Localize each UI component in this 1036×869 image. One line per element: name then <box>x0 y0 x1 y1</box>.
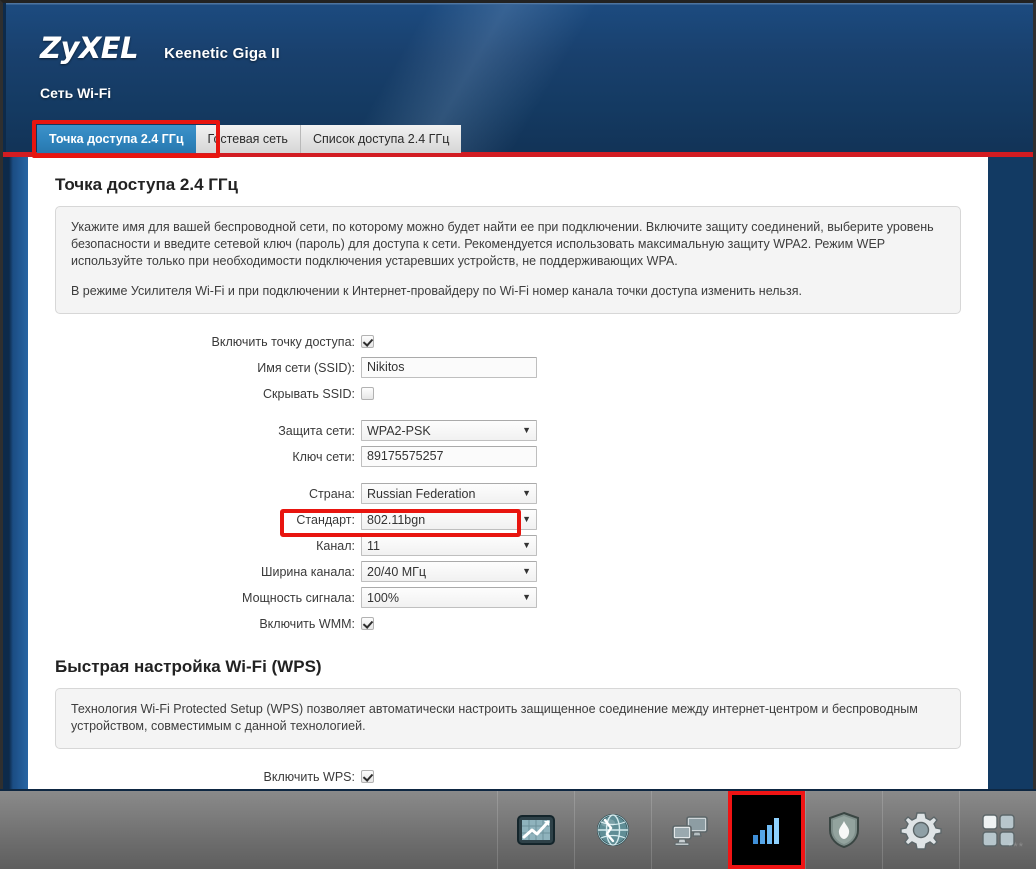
signal-power-select-value: 100% <box>367 590 399 605</box>
ap-info-box: Укажите имя для вашей беспроводной сети,… <box>55 206 961 314</box>
label-enable-ap: Включить точку доступа: <box>211 334 355 349</box>
label-enable-wps: Включить WPS: <box>263 769 356 784</box>
system-monitor-icon <box>517 815 555 845</box>
row-network-key: Ключ сети: <box>28 445 988 468</box>
breadcrumb: Сеть Wi-Fi <box>40 85 112 101</box>
channel-width-select[interactable]: 20/40 МГц ▼ <box>361 561 537 582</box>
control-signal-power: 100% ▼ <box>361 587 537 608</box>
zyxel-logo: ZyXEL <box>40 31 139 65</box>
tab-access-list-24[interactable]: Список доступа 2.4 ГГц <box>300 125 462 153</box>
home-network-icon <box>672 816 708 846</box>
label-security: Защита сети: <box>278 423 355 438</box>
security-select-value: WPA2-PSK <box>367 423 431 438</box>
watermark: *** <box>1008 841 1024 853</box>
chevron-down-icon: ▼ <box>522 540 531 550</box>
ap-info-paragraph-2: В режиме Усилителя Wi-Fi и при подключен… <box>71 284 803 298</box>
chevron-down-icon: ▼ <box>522 488 531 498</box>
tab-bar: Точка доступа 2.4 ГГц Гостевая сеть Спис… <box>37 125 462 153</box>
control-standard: 802.11bgn ▼ <box>361 509 537 530</box>
label-network-key: Ключ сети: <box>292 449 355 464</box>
security-select[interactable]: WPA2-PSK ▼ <box>361 420 537 441</box>
channel-select-value: 11 <box>367 538 380 553</box>
standard-select[interactable]: 802.11bgn ▼ <box>361 509 537 530</box>
country-select-value: Russian Federation <box>367 486 476 501</box>
row-channel: Канал: 11 ▼ <box>28 534 988 557</box>
control-channel: 11 ▼ <box>361 535 537 556</box>
router-web-ui-window: ZyXEL Keenetic Giga II Сеть Wi-Fi Точка … <box>0 0 1036 789</box>
network-key-input[interactable] <box>361 446 537 467</box>
chevron-down-icon: ▼ <box>522 566 531 576</box>
wps-settings-form: Включить WPS: Использовать пин-код: <box>28 765 988 789</box>
chevron-down-icon: ▼ <box>522 514 531 524</box>
ap-settings-form: Включить точку доступа: Имя сети (SSID):… <box>28 330 988 635</box>
nav-item-internet[interactable] <box>574 791 651 869</box>
label-country: Страна: <box>309 486 355 501</box>
row-hide-ssid: Скрывать SSID: <box>28 382 988 405</box>
nav-item-settings[interactable] <box>882 791 959 869</box>
wps-info-box: Технология Wi-Fi Protected Setup (WPS) п… <box>55 688 961 749</box>
firewall-shield-icon <box>829 811 859 849</box>
control-hide-ssid <box>361 387 374 400</box>
signal-power-select[interactable]: 100% ▼ <box>361 587 537 608</box>
control-security: WPA2-PSK ▼ <box>361 420 537 441</box>
label-standard: Стандарт: <box>296 512 355 527</box>
row-signal-power: Мощность сигнала: 100% ▼ <box>28 586 988 609</box>
ssid-input[interactable] <box>361 357 537 378</box>
bottom-navigation-bar <box>0 789 1036 869</box>
row-standard: Стандарт: 802.11bgn ▼ <box>28 508 988 531</box>
tab-guest-network[interactable]: Гостевая сеть <box>195 125 301 153</box>
checkbox-enable-ap[interactable] <box>361 335 374 348</box>
checkbox-enable-wps[interactable] <box>361 770 374 783</box>
channel-width-select-value: 20/40 МГц <box>367 564 427 579</box>
standard-select-value: 802.11bgn <box>367 512 426 527</box>
channel-select[interactable]: 11 ▼ <box>361 535 537 556</box>
label-enable-wmm: Включить WMM: <box>259 616 355 631</box>
row-channel-width: Ширина канала: 20/40 МГц ▼ <box>28 560 988 583</box>
wps-section-title: Быстрая настройка Wi-Fi (WPS) <box>55 657 322 676</box>
control-country: Russian Federation ▼ <box>361 483 537 504</box>
country-select[interactable]: Russian Federation ▼ <box>361 483 537 504</box>
row-ssid: Имя сети (SSID): <box>28 356 988 379</box>
label-ssid: Имя сети (SSID): <box>257 360 355 375</box>
control-enable-wps <box>361 770 374 783</box>
control-enable-wmm <box>361 617 374 630</box>
nav-item-wifi-network[interactable] <box>728 791 805 869</box>
chevron-down-icon: ▼ <box>522 425 531 435</box>
globe-internet-icon <box>597 814 629 846</box>
row-security: Защита сети: WPA2-PSK ▼ <box>28 419 988 442</box>
nav-item-home-network[interactable] <box>651 791 728 869</box>
wps-info-paragraph: Технология Wi-Fi Protected Setup (WPS) п… <box>71 702 918 733</box>
content-panel: Точка доступа 2.4 ГГц Укажите имя для ва… <box>28 157 988 789</box>
chevron-down-icon: ▼ <box>522 592 531 602</box>
nav-item-applications[interactable] <box>959 791 1036 869</box>
tab-access-point-24[interactable]: Точка доступа 2.4 ГГц <box>37 125 196 153</box>
checkbox-hide-ssid[interactable] <box>361 387 374 400</box>
row-enable-ap: Включить точку доступа: <box>28 330 988 353</box>
wifi-signal-icon <box>752 818 779 844</box>
row-enable-wps: Включить WPS: <box>28 765 988 788</box>
control-enable-ap <box>361 335 374 348</box>
brand-row: ZyXEL Keenetic Giga II <box>40 31 280 65</box>
ap-section-title: Точка доступа 2.4 ГГц <box>55 175 238 194</box>
control-channel-width: 20/40 МГц ▼ <box>361 561 537 582</box>
nav-item-system-monitor[interactable] <box>497 791 574 869</box>
gear-settings-icon <box>900 812 942 850</box>
label-signal-power: Мощность сигнала: <box>242 590 355 605</box>
ap-info-paragraph-1: Укажите имя для вашей беспроводной сети,… <box>71 220 934 268</box>
row-country: Страна: Russian Federation ▼ <box>28 482 988 505</box>
control-network-key <box>361 446 537 467</box>
control-ssid <box>361 357 537 378</box>
device-model-label: Keenetic Giga II <box>164 45 280 62</box>
nav-item-firewall[interactable] <box>805 791 882 869</box>
label-channel-width: Ширина канала: <box>261 564 355 579</box>
row-enable-wmm: Включить WMM: <box>28 612 988 635</box>
label-hide-ssid: Скрывать SSID: <box>263 386 355 401</box>
checkbox-enable-wmm[interactable] <box>361 617 374 630</box>
label-channel: Канал: <box>316 538 355 553</box>
router-admin-screenshot: ZyXEL Keenetic Giga II Сеть Wi-Fi Точка … <box>0 0 1036 869</box>
